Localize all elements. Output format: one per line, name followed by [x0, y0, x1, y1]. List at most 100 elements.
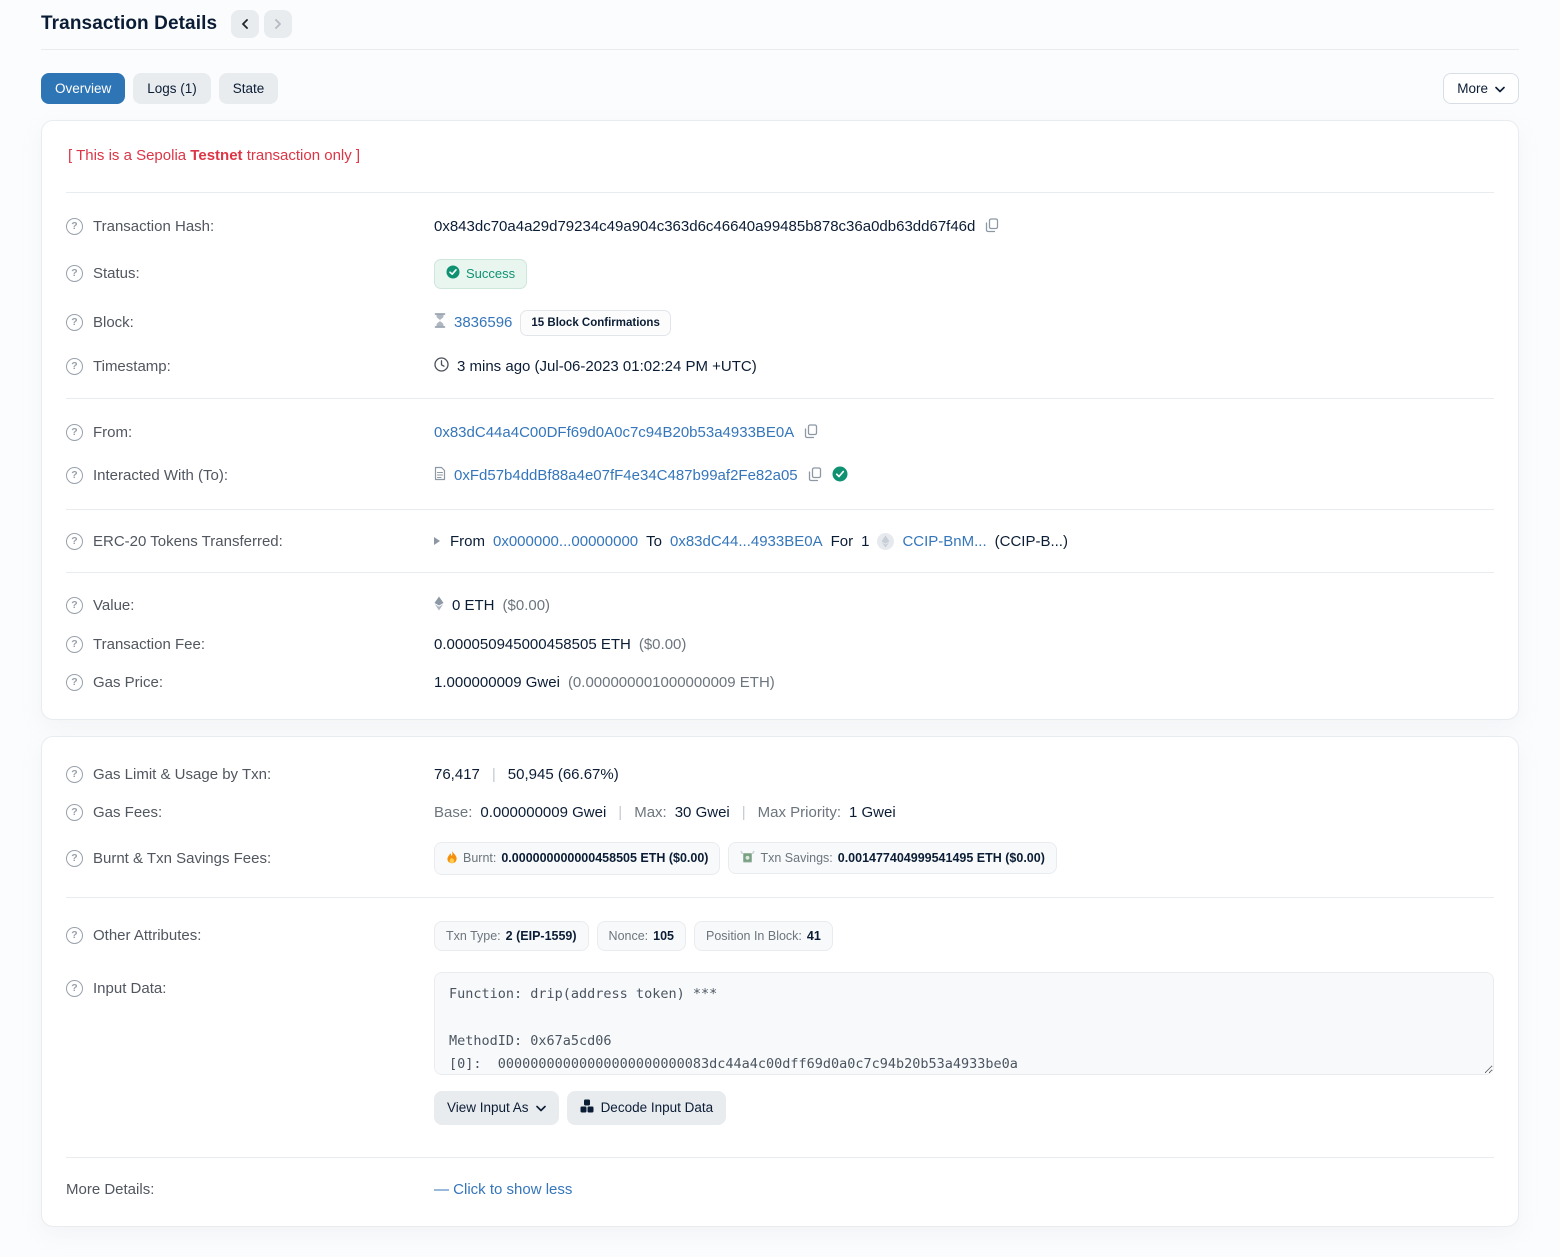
divider	[66, 192, 1494, 193]
divider	[66, 897, 1494, 898]
row-input-data: ? Input Data: Function: drip(address tok…	[66, 961, 1494, 1135]
row-transaction-fee: ? Transaction Fee: 0.000050945000458505 …	[66, 625, 1494, 663]
txn-type-value: 2 (EIP-1559)	[506, 929, 577, 943]
max-priority-fee-value: 1 Gwei	[849, 804, 896, 821]
help-icon[interactable]: ?	[66, 314, 83, 331]
more-button-label: More	[1457, 81, 1488, 96]
timestamp-value: 3 mins ago (Jul-06-2023 01:02:24 PM +UTC…	[457, 358, 757, 375]
previous-txn-button[interactable]	[231, 10, 259, 38]
gas-price-eth: (0.000000001000000009 ETH)	[568, 674, 775, 691]
separator: |	[738, 804, 750, 821]
chevron-left-icon	[240, 19, 250, 29]
burnt-label: Burnt:	[463, 851, 496, 865]
row-value: ? Value: 0 ETH ($0.00)	[66, 585, 1494, 625]
help-icon[interactable]: ?	[66, 674, 83, 691]
money-wings-icon	[740, 850, 755, 866]
nonce-chip: Nonce: 105	[597, 921, 686, 951]
to-address-link[interactable]: 0xFd57b4ddBf88a4e07fF4e34C487b99af2Fe82a…	[454, 467, 798, 484]
burnt-savings-label: Burnt & Txn Savings Fees:	[93, 850, 271, 867]
copy-icon	[804, 424, 818, 442]
timestamp-label: Timestamp:	[93, 358, 171, 375]
token-icon	[877, 533, 894, 550]
help-icon[interactable]: ?	[66, 636, 83, 653]
help-icon[interactable]: ?	[66, 424, 83, 441]
row-timestamp: ? Timestamp: 3 mins ago (Jul-06-2023 01:…	[66, 346, 1494, 386]
decode-input-data-button[interactable]: Decode Input Data	[567, 1091, 727, 1125]
interacted-with-label: Interacted With (To):	[93, 467, 228, 484]
nonce-value: 105	[653, 929, 674, 943]
verified-check-icon	[832, 466, 848, 486]
row-status: ? Status: Success	[66, 248, 1494, 299]
eth-icon	[434, 596, 444, 615]
txn-nav	[231, 10, 292, 38]
help-icon[interactable]: ?	[66, 597, 83, 614]
row-other-attributes: ? Other Attributes: Txn Type: 2 (EIP-155…	[66, 910, 1494, 961]
erc20-transfers-label: ERC-20 Tokens Transferred:	[93, 533, 283, 550]
help-icon[interactable]: ?	[66, 533, 83, 550]
help-icon[interactable]: ?	[66, 467, 83, 484]
check-circle-icon	[446, 265, 460, 282]
blocks-icon	[580, 1099, 594, 1116]
help-icon[interactable]: ?	[66, 980, 83, 997]
help-icon[interactable]: ?	[66, 850, 83, 867]
copy-icon	[985, 218, 999, 236]
overview-card: [ This is a Sepolia Testnet transaction …	[41, 120, 1519, 720]
transaction-fee-usd: ($0.00)	[639, 636, 687, 653]
view-input-as-button[interactable]: View Input As	[434, 1091, 559, 1125]
row-transaction-hash: ? Transaction Hash: 0x843dc70a4a29d79234…	[66, 205, 1494, 248]
erc20-amount: 1	[861, 533, 869, 550]
gas-price-label: Gas Price:	[93, 674, 163, 691]
chevron-down-icon	[1495, 81, 1505, 96]
help-icon[interactable]: ?	[66, 804, 83, 821]
help-icon[interactable]: ?	[66, 358, 83, 375]
page-title: Transaction Details	[41, 13, 217, 35]
max-fee-value: 30 Gwei	[675, 804, 730, 821]
row-block: ? Block: 3836596 15 Block Confirmations	[66, 299, 1494, 346]
row-gas-fees: ? Gas Fees: Base: 0.000000009 Gwei | Max…	[66, 793, 1494, 831]
decode-input-data-label: Decode Input Data	[601, 1100, 714, 1115]
gas-limit-value: 76,417	[434, 766, 480, 783]
erc20-to-label: To	[646, 533, 662, 550]
token-name-link[interactable]: CCIP-BnM...	[902, 533, 986, 550]
tabs: Overview Logs (1) State	[41, 73, 278, 104]
expand-triangle-icon[interactable]	[434, 537, 440, 545]
gas-fees-label: Gas Fees:	[93, 804, 162, 821]
help-icon[interactable]: ?	[66, 218, 83, 235]
tab-state[interactable]: State	[219, 73, 279, 104]
block-number-link[interactable]: 3836596	[454, 314, 512, 331]
value-label: Value:	[93, 597, 134, 614]
transaction-fee-label: Transaction Fee:	[93, 636, 205, 653]
divider	[66, 1157, 1494, 1158]
position-in-block-chip: Position In Block: 41	[694, 921, 833, 951]
block-label: Block:	[93, 314, 134, 331]
erc20-from-label: From	[450, 533, 485, 550]
testnet-warning-emphasis: Testnet	[190, 147, 242, 164]
erc20-to-address-link[interactable]: 0x83dC44...4933BE0A	[670, 533, 823, 550]
status-badge-label: Success	[466, 266, 515, 281]
help-icon[interactable]: ?	[66, 927, 83, 944]
copy-hash-button[interactable]	[983, 216, 1001, 238]
hourglass-icon	[434, 313, 446, 332]
clock-icon	[434, 357, 449, 376]
row-more-details: More Details: — Click to show less	[66, 1170, 1494, 1208]
row-gas-limit: ? Gas Limit & Usage by Txn: 76,417 | 50,…	[66, 755, 1494, 793]
click-to-show-less-link[interactable]: — Click to show less	[434, 1181, 572, 1198]
more-button[interactable]: More	[1443, 73, 1519, 104]
tab-overview[interactable]: Overview	[41, 73, 125, 104]
copy-to-button[interactable]	[806, 465, 824, 487]
tab-logs[interactable]: Logs (1)	[133, 73, 211, 104]
max-priority-fee-label: Max Priority:	[758, 804, 841, 821]
input-data-label: Input Data:	[93, 980, 166, 997]
chevron-down-icon	[536, 1100, 546, 1115]
erc20-from-address-link[interactable]: 0x000000...00000000	[493, 533, 638, 550]
fire-icon	[446, 850, 458, 867]
chevron-right-icon	[273, 19, 283, 29]
transaction-hash-label: Transaction Hash:	[93, 218, 214, 235]
help-icon[interactable]: ?	[66, 766, 83, 783]
base-fee-value: 0.000000009 Gwei	[480, 804, 606, 821]
value-amount: 0 ETH	[452, 597, 495, 614]
help-icon[interactable]: ?	[66, 265, 83, 282]
input-data-textarea[interactable]: Function: drip(address token) *** Method…	[434, 972, 1494, 1075]
copy-from-button[interactable]	[802, 422, 820, 444]
from-address-link[interactable]: 0x83dC44a4C00DFf69d0A0c7c94B20b53a4933BE…	[434, 424, 794, 441]
